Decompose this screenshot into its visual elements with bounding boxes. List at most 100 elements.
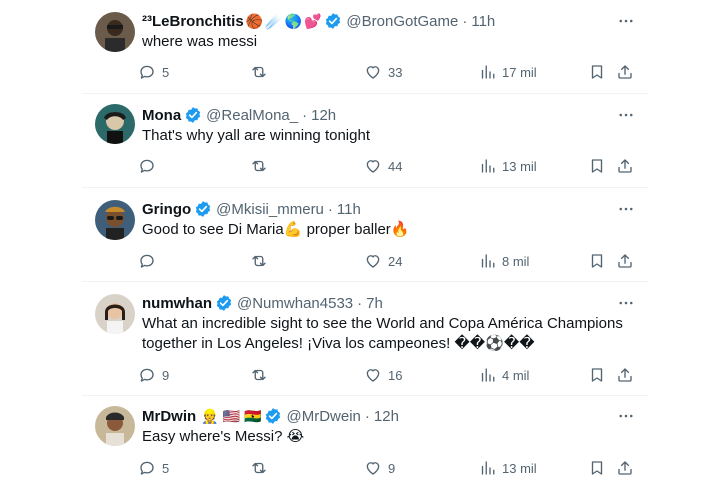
verified-badge-icon [215, 294, 233, 312]
like-button[interactable]: 16 [364, 365, 402, 385]
handle[interactable]: @BronGotGame [346, 13, 458, 30]
handle[interactable]: @Numwhan4533 [237, 295, 353, 312]
action-bar: 5 9 13 mil [138, 458, 638, 478]
views-button[interactable]: 13 mil [478, 156, 537, 176]
reply-icon [140, 461, 154, 475]
retweet-icon [252, 255, 266, 267]
share-icon [618, 254, 632, 268]
share-button[interactable] [616, 156, 634, 176]
verified-badge-icon [194, 200, 212, 218]
timestamp[interactable]: 12h [374, 408, 399, 425]
more-options-icon[interactable] [614, 293, 638, 313]
more-options-icon[interactable] [614, 105, 638, 125]
share-icon [618, 461, 632, 475]
tweet[interactable]: Mona @RealMona_ · 12h That's why yall ar… [82, 94, 648, 188]
action-bar: 5 33 17 mil [138, 62, 638, 82]
separator-dot: · [364, 407, 370, 425]
share-icon [618, 159, 632, 173]
timestamp[interactable]: 7h [366, 295, 383, 312]
views-button[interactable]: 4 mil [478, 365, 529, 385]
avatar[interactable] [95, 406, 135, 446]
like-count: 9 [388, 460, 396, 476]
view-count: 13 mil [502, 460, 537, 476]
display-name[interactable]: Gringo [142, 201, 191, 218]
like-button[interactable]: 44 [364, 156, 402, 176]
views-button[interactable]: 17 mil [478, 62, 537, 82]
reply-button[interactable] [138, 251, 162, 271]
bookmark-button[interactable] [588, 365, 606, 385]
display-name[interactable]: numwhan [142, 295, 212, 312]
heart-icon [366, 369, 380, 382]
avatar[interactable] [95, 294, 135, 334]
retweet-icon [252, 160, 266, 172]
bookmark-button[interactable] [588, 156, 606, 176]
share-icon [618, 368, 632, 382]
display-name[interactable]: Mona [142, 107, 181, 124]
action-bar: 24 8 mil [138, 251, 638, 271]
share-button[interactable] [616, 62, 634, 82]
views-button[interactable]: 13 mil [478, 458, 537, 478]
more-options-icon[interactable] [614, 11, 638, 31]
separator-dot: · [462, 12, 468, 30]
heart-icon [366, 462, 380, 475]
share-button[interactable] [616, 365, 634, 385]
like-button[interactable]: 33 [364, 62, 402, 82]
views-button[interactable]: 8 mil [478, 251, 529, 271]
reply-icon [140, 254, 154, 268]
separator-dot: · [302, 106, 308, 124]
reply-count: 5 [162, 460, 170, 476]
views-chart-icon [481, 254, 495, 268]
retweet-button[interactable] [250, 156, 274, 176]
reply-icon [140, 368, 154, 382]
like-count: 16 [388, 367, 403, 383]
like-count: 24 [388, 253, 403, 269]
timestamp[interactable]: 11h [337, 201, 361, 218]
share-button[interactable] [616, 251, 634, 271]
timestamp[interactable]: 11h [471, 13, 495, 30]
bookmark-button[interactable] [588, 458, 606, 478]
reply-button[interactable] [138, 156, 162, 176]
retweet-icon [252, 369, 266, 381]
bookmark-icon [591, 254, 603, 268]
name-emoji: 🌎 [284, 13, 302, 29]
tweet[interactable]: Gringo @Mkisii_mmeru · 11h Good to see D… [82, 188, 648, 282]
share-button[interactable] [616, 458, 634, 478]
handle[interactable]: @RealMona_ [206, 107, 298, 124]
tweet[interactable]: ²³LeBronchitis 🏀 ☄️ 🌎 💕 @BronGotGame · 1… [82, 0, 648, 94]
more-options-icon[interactable] [614, 406, 638, 426]
retweet-icon [252, 66, 266, 78]
reply-button[interactable]: 9 [138, 365, 169, 385]
bookmark-icon [591, 159, 603, 173]
display-name[interactable]: MrDwin [142, 408, 196, 425]
separator-dot: · [357, 294, 363, 312]
like-button[interactable]: 24 [364, 251, 402, 271]
view-count: 4 mil [502, 367, 530, 383]
reply-count: 5 [162, 64, 170, 80]
retweet-button[interactable] [250, 62, 274, 82]
action-bar: 44 13 mil [138, 156, 638, 176]
avatar[interactable] [95, 104, 135, 144]
display-name[interactable]: ²³LeBronchitis [142, 13, 244, 30]
avatar[interactable] [95, 12, 135, 52]
more-options-icon[interactable] [614, 199, 638, 219]
timestamp[interactable]: 12h [311, 107, 336, 124]
bookmark-button[interactable] [588, 62, 606, 82]
retweet-button[interactable] [250, 365, 274, 385]
tweet[interactable]: MrDwin 👷 🇺🇸 🇬🇭 @MrDwein · 12h Easy where… [82, 396, 648, 488]
reply-button[interactable]: 5 [138, 62, 169, 82]
bookmark-button[interactable] [588, 251, 606, 271]
like-button[interactable]: 9 [364, 458, 395, 478]
handle[interactable]: @MrDwein [286, 408, 360, 425]
avatar[interactable] [95, 200, 135, 240]
handle[interactable]: @Mkisii_mmeru [216, 201, 324, 218]
retweet-button[interactable] [250, 251, 274, 271]
retweet-button[interactable] [250, 458, 274, 478]
name-emoji: ☄️ [265, 13, 283, 29]
tweet[interactable]: numwhan @Numwhan4533 · 7h What an incred… [82, 282, 648, 396]
views-chart-icon [481, 159, 495, 173]
bookmark-icon [591, 461, 603, 475]
reply-count: 9 [162, 367, 170, 383]
like-count: 44 [388, 158, 403, 174]
reply-button[interactable]: 5 [138, 458, 169, 478]
name-emoji: 🇺🇸 [222, 408, 241, 424]
